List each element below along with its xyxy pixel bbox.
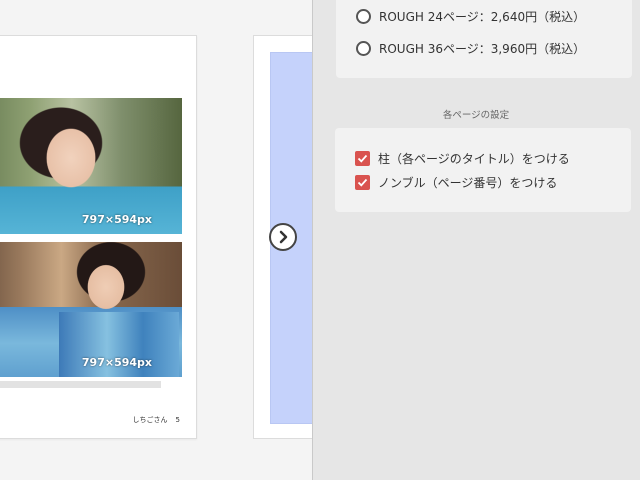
settings-panel: ROUGH 24ページ：2,640円（税込） ROUGH 36ページ：3,960… <box>312 0 640 480</box>
preview-canvas: 797×594px 797×594px しちごさん 5 <box>0 0 312 480</box>
page-footer: しちごさん 5 <box>133 415 180 425</box>
photo-slot-1[interactable]: 797×594px <box>0 98 182 234</box>
check-icon <box>357 178 368 187</box>
next-page-button[interactable] <box>269 223 297 251</box>
checkbox[interactable] <box>355 151 370 166</box>
radio-button[interactable] <box>356 41 371 56</box>
page-count-options: ROUGH 24ページ：2,640円（税込） ROUGH 36ページ：3,960… <box>336 0 632 78</box>
checkbox-page-number[interactable]: ノンブル（ページ番号）をつける <box>355 174 557 191</box>
checkbox[interactable] <box>355 175 370 190</box>
checkbox-running-title[interactable]: 柱（各ページのタイトル）をつける <box>355 150 570 167</box>
checkbox-label: ノンブル（ページ番号）をつける <box>378 176 558 190</box>
option-label: ROUGH 24ページ：2,640円（税込） <box>379 10 586 24</box>
photo-scrollbar[interactable] <box>0 381 161 388</box>
option-rough-24[interactable]: ROUGH 24ページ：2,640円（税込） <box>356 8 585 25</box>
photo-slot-2[interactable]: 797×594px <box>0 242 182 377</box>
option-rough-36[interactable]: ROUGH 36ページ：3,960円（税込） <box>356 40 585 57</box>
page-preview[interactable]: 797×594px 797×594px しちごさん 5 <box>0 35 197 439</box>
checkbox-label: 柱（各ページのタイトル）をつける <box>378 152 570 166</box>
page-number: 5 <box>175 416 180 424</box>
radio-button[interactable] <box>356 9 371 24</box>
photo-size-label: 797×594px <box>81 356 152 369</box>
running-title: しちごさん <box>132 416 168 424</box>
option-label: ROUGH 36ページ：3,960円（税込） <box>379 42 586 56</box>
photo-size-label: 797×594px <box>81 213 152 226</box>
check-icon <box>357 154 368 163</box>
chevron-right-icon <box>279 230 288 244</box>
page-settings-card: 柱（各ページのタイトル）をつける ノンブル（ページ番号）をつける <box>335 128 631 212</box>
section-title: 各ページの設定 <box>442 110 510 121</box>
